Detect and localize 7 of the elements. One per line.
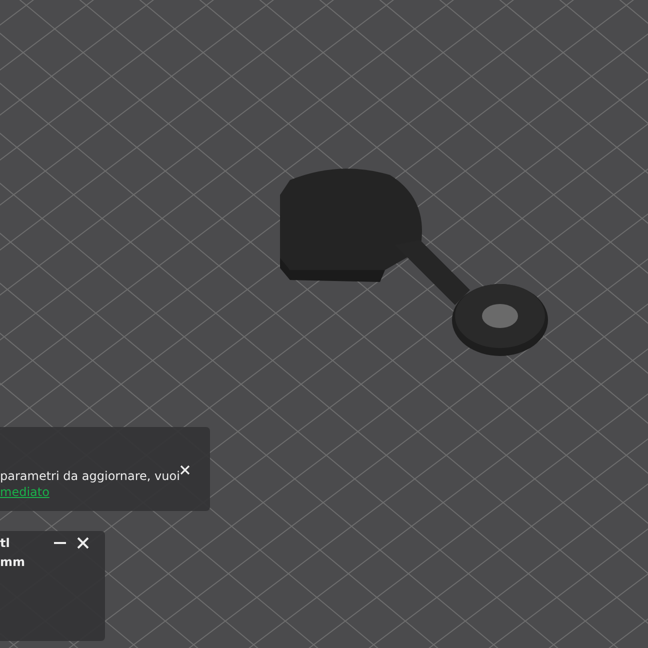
notification-link[interactable]: mediato xyxy=(0,485,180,499)
panel-title: tl xyxy=(0,536,11,550)
build-plate-viewport[interactable]: parametri da aggiornare, vuoi mediato tl mm xyxy=(0,0,648,648)
close-icon[interactable] xyxy=(178,465,192,475)
close-icon[interactable] xyxy=(75,537,91,549)
panel-detail: mm xyxy=(0,555,26,569)
notification-message: parametri da aggiornare, vuoi xyxy=(0,469,180,483)
